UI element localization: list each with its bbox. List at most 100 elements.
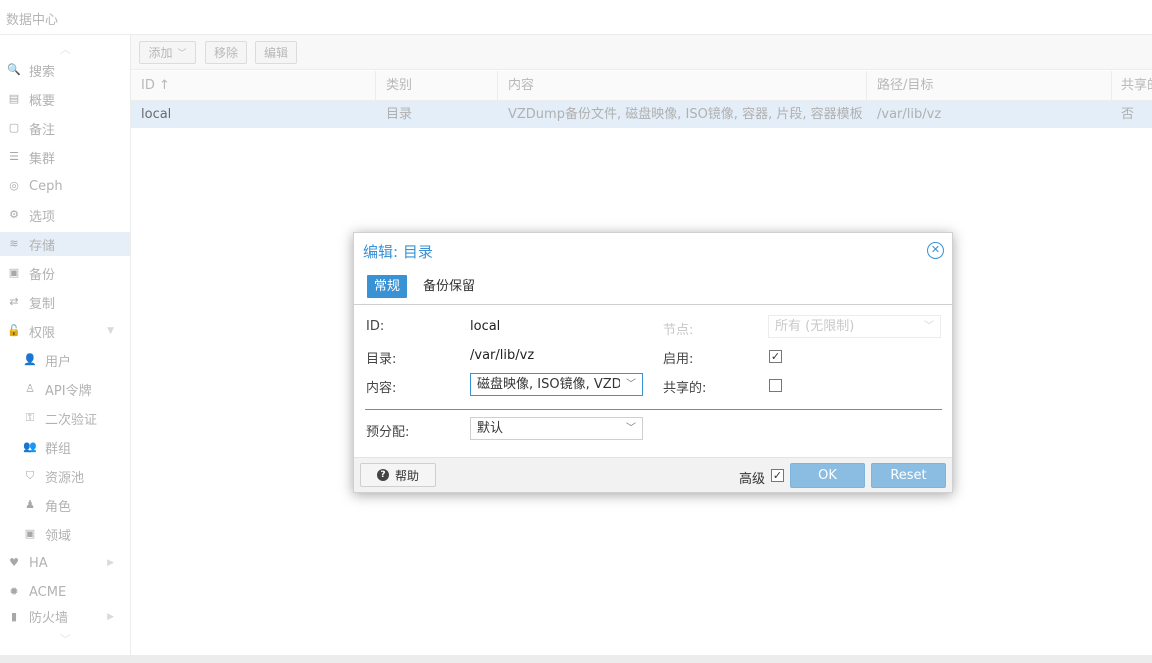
sidebar-item-api-tokens[interactable]: ♙ API令牌 [0, 377, 130, 401]
datacenter-title: 数据中心 [6, 13, 59, 28]
male-icon: ♟ [25, 498, 35, 511]
sidebar-item-acme[interactable]: ✹ ACME [0, 580, 130, 604]
content-select[interactable]: 磁盘映像, ISO镜像, VZDump备份文件, 容器, 片段, 容器模板 ﹀ [470, 373, 643, 396]
chevron-down-icon: ﹀ [177, 49, 187, 59]
chevron-right-icon[interactable]: ▶ [107, 612, 114, 622]
dialog-footer: ? 帮助 高级 ✓ OK Reset [354, 457, 952, 492]
sidebar-item-cluster[interactable]: ☰ 集群 [0, 145, 130, 169]
question-circle-icon: ? [376, 469, 389, 481]
dialog-title: 编辑: 目录 [363, 243, 433, 261]
sidebar-item-label: 权限 [29, 325, 56, 341]
sidebar-item-permissions[interactable]: 🔓 权限 ▼ [0, 319, 130, 343]
user-outline-icon: ♙ [25, 382, 35, 395]
tab-divider [354, 304, 952, 305]
sidebar-item-label: 备份 [29, 267, 56, 283]
tab-general[interactable]: 常规 [367, 275, 407, 298]
cell-id: local [141, 107, 172, 122]
sidebar-item-notes[interactable]: ▢ 备注 [0, 116, 130, 140]
help-button[interactable]: ? 帮助 [360, 463, 436, 487]
sidebar-item-label: API令牌 [45, 383, 92, 399]
users-icon: 👥 [23, 440, 37, 453]
chevron-down-icon[interactable]: ﹀ [918, 316, 940, 337]
sidebar-item-firewall[interactable]: ▮ 防火墙 ▶ [0, 608, 130, 626]
directory-value: /var/lib/vz [470, 348, 535, 363]
column-header-content[interactable]: 内容 [498, 71, 867, 101]
content-select-value: 磁盘映像, ISO镜像, VZDump备份文件, 容器, 片段, 容器模板 [477, 377, 643, 392]
preallocation-label: 预分配: [366, 425, 410, 440]
chevron-down-icon[interactable]: ﹀ [620, 418, 642, 439]
advanced-checkbox[interactable]: ✓ [771, 469, 784, 482]
sidebar-item-groups[interactable]: 👥 群组 [0, 435, 130, 459]
column-header-path[interactable]: 路径/目标 [867, 71, 1112, 101]
ok-button[interactable]: OK [790, 463, 865, 488]
close-icon[interactable]: ✕ [927, 242, 944, 259]
node-label: 节点: [663, 323, 694, 338]
sidebar-item-label: Ceph [29, 178, 63, 194]
preallocation-select-value: 默认 [477, 421, 504, 436]
remove-button[interactable]: 移除 [205, 41, 247, 64]
sidebar-item-label: 集群 [29, 151, 56, 167]
reset-button-label: Reset [890, 468, 927, 483]
add-button[interactable]: 添加 ﹀ [139, 41, 196, 64]
sidebar-item-label: 资源池 [45, 470, 85, 486]
sidebar-item-roles[interactable]: ♟ 角色 [0, 493, 130, 517]
sidebar-item-label: 搜索 [29, 64, 56, 80]
advanced-label: 高级 [739, 472, 766, 487]
note-icon: ▢ [8, 121, 20, 134]
ceph-icon: ◎ [9, 179, 19, 192]
sidebar-item-label: 群组 [45, 441, 72, 457]
column-header-shared[interactable]: 共享的 [1112, 71, 1152, 101]
unlock-icon: 🔓 [7, 324, 21, 337]
sidebar-item-ceph[interactable]: ◎ Ceph [0, 174, 130, 198]
enable-checkbox[interactable]: ✓ [769, 350, 782, 363]
remove-button-label: 移除 [213, 46, 238, 60]
sidebar-item-ha[interactable]: ♥ HA ▶ [0, 551, 130, 575]
shared-label: 共享的: [663, 381, 707, 396]
sidebar-item-search[interactable]: 🔍 搜索 [0, 58, 130, 82]
sidebar-item-realms[interactable]: ▣ 领域 [0, 522, 130, 546]
sidebar-item-label: 概要 [29, 93, 56, 109]
column-header-type[interactable]: 类别 [376, 71, 498, 101]
sidebar-item-users[interactable]: 👤 用户 [0, 348, 130, 372]
scroll-down-icon[interactable]: ﹀ [0, 631, 131, 651]
sidebar-item-label: 防火墙 [29, 611, 69, 625]
chevron-down-icon[interactable]: ▼ [107, 326, 114, 336]
tags-icon: ⛉ [25, 469, 35, 482]
edit-button[interactable]: 编辑 [255, 41, 297, 64]
table-row[interactable]: local 目录 VZDump备份文件, 磁盘映像, ISO镜像, 容器, 片段… [131, 101, 1152, 128]
sidebar-item-replication[interactable]: ⇄ 复制 [0, 290, 130, 314]
edit-directory-dialog: 编辑: 目录 ✕ 常规 备份保留 ID: local 目录: /var/lib/… [353, 232, 953, 493]
node-select[interactable]: 所有 (无限制) ﹀ [768, 315, 941, 338]
user-icon: 👤 [23, 353, 37, 366]
book-icon: ▤ [8, 92, 20, 105]
bottom-bar [0, 655, 1152, 663]
heartbeat-icon: ♥ [9, 556, 19, 569]
column-header-id[interactable]: ID ↑ [131, 71, 376, 101]
enable-label: 启用: [663, 352, 694, 367]
cell-path: /var/lib/vz [877, 107, 942, 122]
sidebar-item-backup[interactable]: ▣ 备份 [0, 261, 130, 285]
add-button-label: 添加 [148, 46, 173, 60]
preallocation-select[interactable]: 默认 ﹀ [470, 417, 643, 440]
cell-content: VZDump备份文件, 磁盘映像, ISO镜像, 容器, 片段, 容器模板 [508, 107, 863, 122]
sidebar-item-pools[interactable]: ⛉ 资源池 [0, 464, 130, 488]
tab-backup-retention[interactable]: 备份保留 [423, 275, 475, 298]
sidebar-item-label: 领域 [45, 528, 72, 544]
database-icon: ≋ [9, 237, 19, 250]
sidebar-item-storage[interactable]: ≋ 存储 [0, 232, 130, 256]
top-header: 数据中心 [0, 0, 1152, 35]
shared-checkbox[interactable] [769, 379, 782, 392]
advanced-separator [365, 409, 942, 410]
search-icon: 🔍 [7, 63, 21, 76]
ok-button-label: OK [818, 468, 837, 483]
chevron-right-icon[interactable]: ▶ [107, 558, 114, 568]
sidebar-item-label: 用户 [45, 354, 72, 370]
sidebar-item-label: 备注 [29, 122, 56, 138]
sidebar-item-label: ACME [29, 584, 67, 600]
chevron-down-icon[interactable]: ﹀ [620, 374, 642, 395]
sidebar-item-two-factor[interactable]: ⚿ 二次验证 [0, 406, 130, 430]
sidebar-item-summary[interactable]: ▤ 概要 [0, 87, 130, 111]
floppy-icon: ▣ [8, 266, 20, 279]
reset-button[interactable]: Reset [871, 463, 946, 488]
sidebar-item-options[interactable]: ⚙ 选项 [0, 203, 130, 227]
